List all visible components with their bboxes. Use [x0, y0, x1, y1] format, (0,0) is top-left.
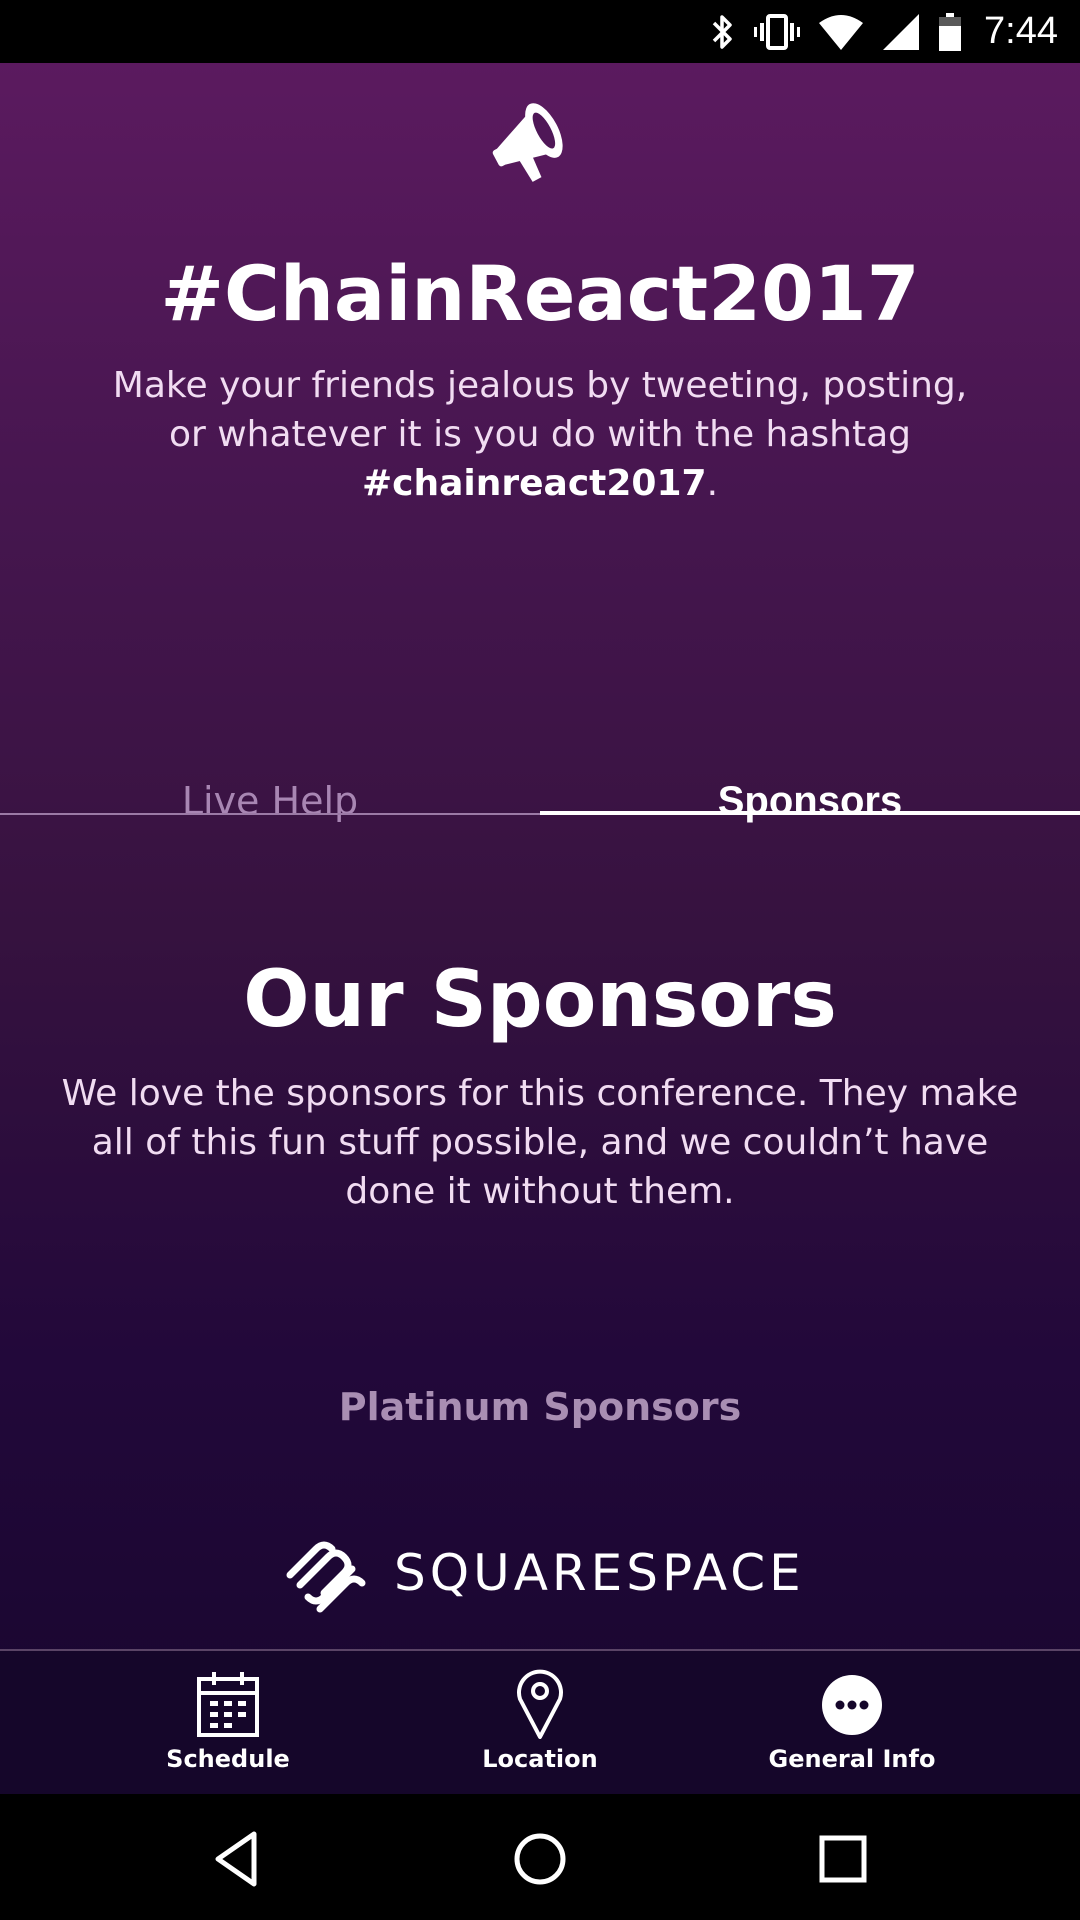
hashtag-title: #ChainReact2017: [160, 249, 920, 338]
nav-location[interactable]: Location: [360, 1651, 720, 1794]
app-screen: 7:44 #ChainReact2017 Make your friends j…: [0, 0, 1080, 1920]
tab-selected-indicator: [540, 811, 1080, 815]
nav-schedule-label: Schedule: [166, 1745, 290, 1773]
app-content: #ChainReact2017 Make your friends jealou…: [0, 63, 1080, 1794]
sponsors-title: Our Sponsors: [243, 955, 837, 1045]
megaphone-icon: [492, 103, 563, 182]
signal-icon: [883, 13, 920, 50]
hashtag-highlight: #chainreact2017: [361, 463, 707, 504]
hashtag-description-end: .: [706, 463, 719, 504]
system-navigation-bar: [0, 1794, 1080, 1920]
back-icon[interactable]: [202, 1824, 272, 1894]
nav-general-info-label: General Info: [768, 1745, 936, 1773]
status-bar: 7:44: [0, 0, 1080, 63]
more-dots-icon: [822, 1675, 882, 1735]
status-time: 7:44: [984, 10, 1058, 52]
bluetooth-icon: [712, 14, 732, 49]
status-icons: 7:44: [710, 0, 1058, 63]
hashtag-description-text: Make your friends jealous by tweeting, p…: [112, 365, 968, 455]
tab-live-help[interactable]: Live Help: [0, 723, 540, 879]
vibrate-icon: [754, 13, 801, 50]
bottom-navigation: Schedule Location General Info: [0, 1651, 1080, 1794]
recents-icon[interactable]: [808, 1824, 878, 1894]
tab-underline: [0, 813, 540, 815]
sponsors-description: We love the sponsors for this conference…: [61, 1073, 1019, 1212]
tab-bar: Live Help Sponsors: [0, 723, 1080, 879]
nav-location-label: Location: [482, 1745, 598, 1773]
battery-icon: [939, 12, 962, 51]
tab-sponsors[interactable]: Sponsors: [540, 723, 1080, 879]
home-icon[interactable]: [505, 1824, 575, 1894]
sponsor-name: SQUARESPACE: [394, 1544, 805, 1602]
nav-schedule[interactable]: Schedule: [48, 1651, 408, 1794]
nav-general-info[interactable]: General Info: [672, 1651, 1032, 1794]
sponsor-squarespace[interactable]: SQUARESPACE: [278, 1503, 808, 1643]
squarespace-logo: [286, 1541, 366, 1613]
platinum-sponsors-heading: Platinum Sponsors: [338, 1385, 742, 1429]
location-pin-icon: [517, 1669, 563, 1739]
hashtag-description: Make your friends jealous by tweeting, p…: [110, 361, 970, 508]
calendar-icon: [197, 1672, 259, 1737]
wifi-icon: [819, 14, 864, 50]
